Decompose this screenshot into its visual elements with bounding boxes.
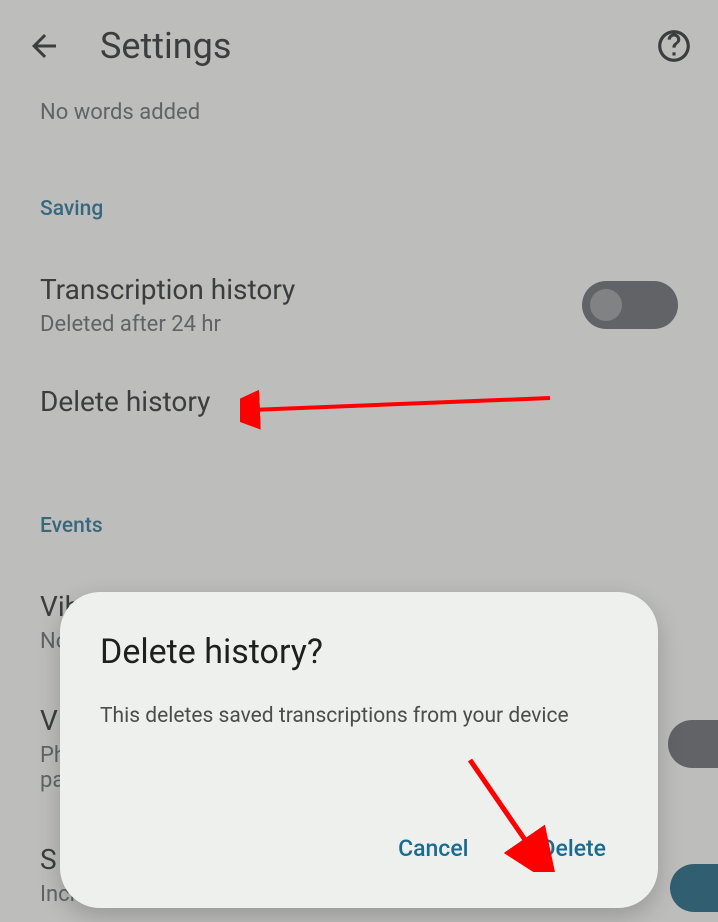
setting-title: Delete history <box>40 385 678 418</box>
delete-button[interactable]: Delete <box>529 827 619 870</box>
app-header: Settings <box>0 0 718 92</box>
dialog-title: Delete history? <box>100 632 618 672</box>
setting-title: Transcription history <box>40 273 582 306</box>
toggle-peek <box>668 720 718 768</box>
dialog-body: This deletes saved transcriptions from y… <box>100 702 618 731</box>
back-button[interactable] <box>20 22 68 70</box>
toggle-peek-on <box>670 864 718 912</box>
arrow-back-icon <box>26 28 62 64</box>
setting-transcription-history[interactable]: Transcription history Deleted after 24 h… <box>40 249 678 361</box>
dialog-actions: Cancel Delete <box>386 827 618 870</box>
cancel-button[interactable]: Cancel <box>386 827 480 870</box>
toggle-transcription-history[interactable] <box>582 281 678 329</box>
section-saving: Saving <box>40 197 678 221</box>
setting-delete-history[interactable]: Delete history <box>40 361 678 442</box>
no-words-text: No words added <box>40 100 678 125</box>
toggle-thumb <box>590 289 622 321</box>
help-button[interactable] <box>650 22 698 70</box>
section-events: Events <box>40 514 678 538</box>
help-icon <box>655 27 693 65</box>
delete-history-dialog: Delete history? This deletes saved trans… <box>60 592 658 908</box>
page-title: Settings <box>100 25 650 67</box>
setting-subtitle: Deleted after 24 hr <box>40 312 582 337</box>
